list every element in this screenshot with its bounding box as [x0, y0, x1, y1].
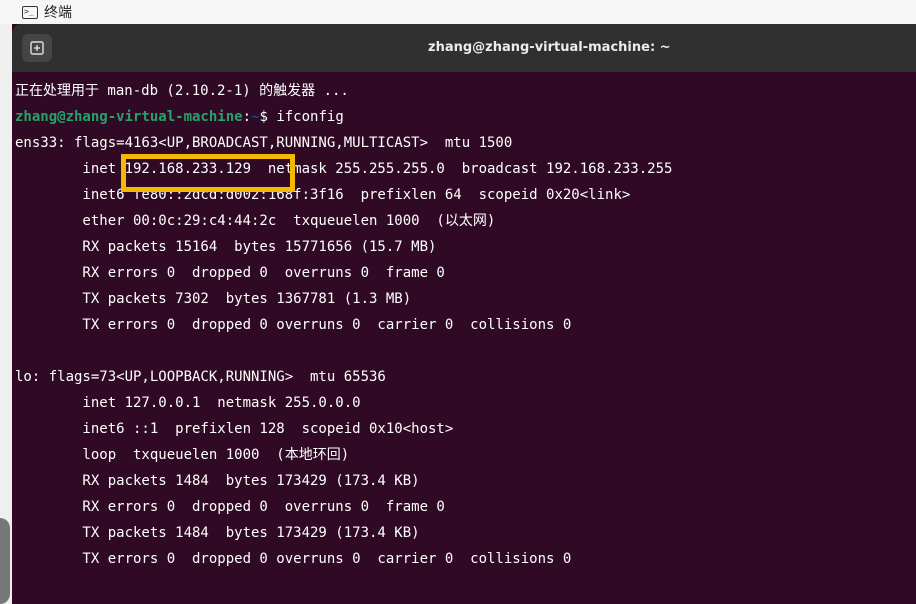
terminal-window: zhang@zhang-virtual-machine: ~ 正在处理用于 ma… [12, 24, 916, 604]
prompt-line: zhang@zhang-virtual-machine:~$ ifconfig [15, 104, 915, 130]
terminal-line: inet6 fe80::2dcd:d002:168f:3f16 prefixle… [15, 187, 631, 203]
terminal-line: RX errors 0 dropped 0 overruns 0 frame 0 [15, 499, 445, 515]
top-bar: >_ 终端 [0, 0, 916, 24]
window-title: zhang@zhang-virtual-machine: ~ [428, 40, 671, 55]
terminal-line: RX packets 1484 bytes 173429 (173.4 KB) [15, 473, 420, 489]
terminal-line: lo: flags=73<UP,LOOPBACK,RUNNING> mtu 65… [15, 369, 386, 385]
terminal-line: 正在处理用于 man-db (2.10.2-1) 的触发器 ... [15, 83, 349, 99]
terminal-line: TX errors 0 dropped 0 overruns 0 carrier… [15, 317, 572, 333]
prompt-dollar: $ [259, 109, 277, 125]
header-bar: zhang@zhang-virtual-machine: ~ [12, 24, 916, 72]
terminal-line: TX errors 0 dropped 0 overruns 0 carrier… [15, 551, 572, 567]
terminal-line: RX errors 0 dropped 0 overruns 0 frame 0 [15, 265, 445, 281]
prompt-user-host: zhang@zhang-virtual-machine [15, 109, 243, 125]
prompt-command: ifconfig [276, 109, 344, 125]
terminal-line: inet6 ::1 prefixlen 128 scopeid 0x10<hos… [15, 421, 454, 437]
terminal-icon: >_ [22, 5, 38, 19]
terminal-output[interactable]: 正在处理用于 man-db (2.10.2-1) 的触发器 ... zhang@… [15, 78, 915, 604]
terminal-line: inet 127.0.0.1 netmask 255.0.0.0 [15, 395, 361, 411]
app-name: 终端 [44, 5, 72, 21]
dock-sliver [0, 24, 12, 604]
dock-item[interactable] [0, 518, 10, 604]
terminal-line: TX packets 7302 bytes 1367781 (1.3 MB) [15, 291, 412, 307]
terminal-line: loop txqueuelen 1000 (本地环回) [15, 447, 350, 463]
terminal-line: TX packets 1484 bytes 173429 (173.4 KB) [15, 525, 420, 541]
terminal-line: inet 192.168.233.129 netmask 255.255.255… [15, 161, 673, 177]
prompt-separator: : [242, 109, 252, 125]
terminal-line: ether 00:0c:29:c4:44:2c txqueuelen 1000 … [15, 213, 496, 229]
terminal-line: ens33: flags=4163<UP,BROADCAST,RUNNING,M… [15, 135, 513, 151]
terminal-line: RX packets 15164 bytes 15771656 (15.7 MB… [15, 239, 437, 255]
